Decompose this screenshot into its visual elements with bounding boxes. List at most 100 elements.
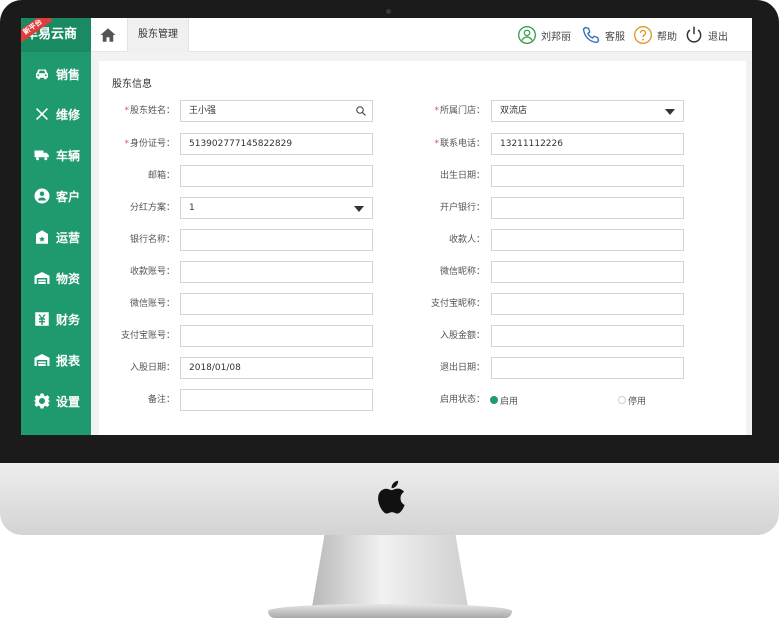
camera-icon <box>386 9 391 14</box>
app-screen: 车易云商 新平台 销售 维修 车辆 客户 运营 物资 财务 报表 设置 股东管理… <box>21 18 752 435</box>
radio-unchecked-icon <box>618 396 626 404</box>
operation-icon <box>33 228 51 246</box>
share-date-input[interactable]: 2018/01/08 <box>180 357 373 379</box>
user-menu[interactable]: 刘邦丽 <box>517 18 571 52</box>
status-option-label: 启用 <box>500 396 519 407</box>
chevron-down-icon <box>354 206 364 212</box>
label-id-number: *身份证号： <box>124 139 175 149</box>
sidebar-item-label: 物资 <box>56 271 81 286</box>
label-share-date: 入股日期： <box>129 363 175 373</box>
truck-icon <box>33 146 51 164</box>
alipay-nickname-input[interactable] <box>491 293 684 315</box>
phone-icon <box>582 26 600 44</box>
label-remarks: 备注： <box>147 395 175 405</box>
sidebar-item-label: 客户 <box>56 189 81 204</box>
status-enabled-radio[interactable]: 启用 <box>490 389 518 411</box>
share-amount-input[interactable] <box>491 325 684 347</box>
label-wechat-nickname: 微信昵称： <box>439 267 485 277</box>
store-select[interactable]: 双流店 <box>491 100 684 122</box>
status-option-label: 停用 <box>628 396 647 407</box>
logout-label: 退出 <box>708 31 728 43</box>
service-label: 客服 <box>605 31 625 43</box>
label-exit-date: 退出日期： <box>439 363 485 373</box>
logout-button[interactable]: 退出 <box>684 18 728 52</box>
sidebar-item-repair[interactable]: 维修 <box>21 94 91 134</box>
exit-date-input[interactable] <box>491 357 684 379</box>
opening-bank-input[interactable] <box>491 197 684 219</box>
power-icon <box>686 26 702 43</box>
top-bar: 股东管理 刘邦丽 客服 帮助 退出 <box>91 18 752 52</box>
tab-shareholder-management[interactable]: 股东管理 <box>127 18 189 52</box>
monitor-stand-neck <box>312 535 468 607</box>
shareholder-form-panel: 股东信息 *股东姓名： 王小强 *身份证号： 51390277714582282… <box>99 61 746 435</box>
label-wechat-account: 微信账号： <box>129 299 175 309</box>
label-alipay-nickname: 支付宝昵称： <box>430 299 485 309</box>
search-icon[interactable] <box>355 105 367 117</box>
gear-icon <box>33 392 51 410</box>
alipay-account-input[interactable] <box>180 325 373 347</box>
user-name: 刘邦丽 <box>541 31 571 43</box>
id-number-input[interactable]: 513902777145822829 <box>180 133 373 155</box>
sidebar-item-settings[interactable]: 设置 <box>21 381 91 421</box>
sidebar-item-vehicles[interactable]: 车辆 <box>21 135 91 175</box>
sidebar-item-materials[interactable]: 物资 <box>21 258 91 298</box>
email-input[interactable] <box>180 165 373 187</box>
home-icon <box>100 28 116 42</box>
shareholder-name-input[interactable]: 王小强 <box>180 100 373 122</box>
label-alipay-account: 支付宝账号： <box>120 331 175 341</box>
label-phone: *联系电话： <box>434 139 485 149</box>
brand-logo[interactable]: 车易云商 新平台 <box>21 18 91 52</box>
sidebar: 车易云商 新平台 销售 维修 车辆 客户 运营 物资 财务 报表 设置 <box>21 18 91 435</box>
bank-name-input[interactable] <box>180 229 373 251</box>
label-shareholder-name: *股东姓名： <box>124 106 175 116</box>
help-label: 帮助 <box>657 31 677 43</box>
sidebar-item-label: 车辆 <box>56 148 81 163</box>
label-dividend-plan: 分红方案： <box>129 203 175 213</box>
car-icon <box>33 65 51 83</box>
customer-icon <box>33 187 51 205</box>
report-icon <box>33 351 51 369</box>
chevron-down-icon <box>665 109 675 115</box>
sidebar-item-label: 设置 <box>56 394 81 409</box>
receiving-account-input[interactable] <box>180 261 373 283</box>
wechat-nickname-input[interactable] <box>491 261 684 283</box>
help-icon <box>634 26 652 44</box>
home-button[interactable] <box>91 18 125 52</box>
phone-input[interactable]: 13211112226 <box>491 133 684 155</box>
sidebar-item-label: 运营 <box>56 230 81 245</box>
payee-input[interactable] <box>491 229 684 251</box>
form-title: 股东信息 <box>112 79 152 90</box>
label-share-amount: 入股金额： <box>439 331 485 341</box>
remarks-input[interactable] <box>180 389 373 411</box>
monitor-stand-foot <box>268 604 512 618</box>
label-status: 启用状态： <box>439 395 485 405</box>
label-payee: 收款人： <box>448 235 485 245</box>
sidebar-item-customers[interactable]: 客户 <box>21 176 91 216</box>
tools-icon <box>33 105 51 123</box>
label-store: *所属门店： <box>434 106 485 116</box>
label-receiving-account: 收款账号： <box>129 267 175 277</box>
sidebar-item-finance[interactable]: 财务 <box>21 299 91 339</box>
sidebar-item-label: 报表 <box>56 353 81 368</box>
label-opening-bank: 开户银行： <box>439 203 485 213</box>
wechat-account-input[interactable] <box>180 293 373 315</box>
dividend-plan-select[interactable]: 1 <box>180 197 373 219</box>
sidebar-item-sales[interactable]: 销售 <box>21 54 91 94</box>
sidebar-item-label: 财务 <box>56 312 81 327</box>
birth-date-input[interactable] <box>491 165 684 187</box>
sidebar-item-reports[interactable]: 报表 <box>21 340 91 380</box>
label-birth-date: 出生日期： <box>439 171 485 181</box>
finance-icon <box>33 310 51 328</box>
sidebar-item-label: 维修 <box>56 107 81 122</box>
user-icon <box>518 26 536 44</box>
status-disabled-radio[interactable]: 停用 <box>618 389 646 411</box>
service-button[interactable]: 客服 <box>581 18 625 52</box>
label-email: 邮箱： <box>147 171 175 181</box>
sidebar-item-label: 销售 <box>56 67 81 82</box>
radio-checked-icon <box>490 396 498 404</box>
label-bank-name: 银行名称： <box>129 235 175 245</box>
sidebar-item-operations[interactable]: 运营 <box>21 217 91 257</box>
apple-logo-icon <box>378 480 405 514</box>
warehouse-icon <box>33 269 51 287</box>
help-button[interactable]: 帮助 <box>633 18 677 52</box>
